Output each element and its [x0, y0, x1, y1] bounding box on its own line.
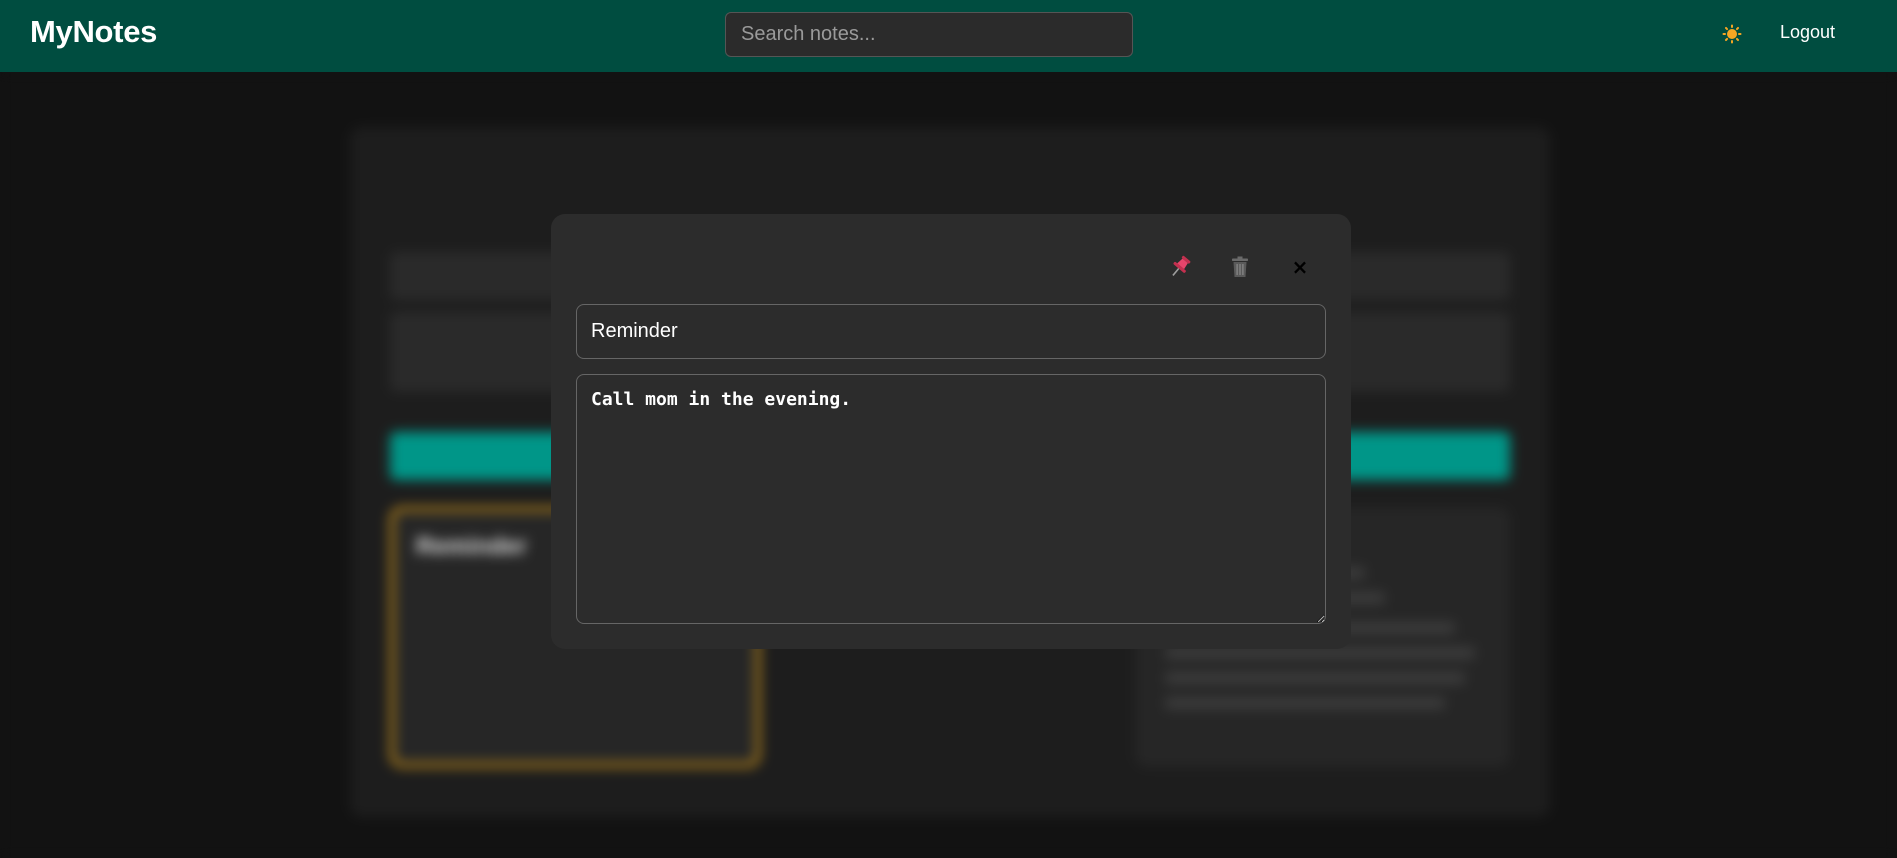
text-line [1165, 697, 1445, 709]
sun-icon[interactable] [1722, 24, 1742, 44]
close-button[interactable]: × [1283, 250, 1317, 284]
top-navbar: MyNotes Logout [0, 0, 1897, 72]
pin-icon[interactable] [1163, 250, 1197, 284]
note-edit-modal: × Call mom in the evening. [551, 214, 1351, 649]
search-input[interactable] [725, 12, 1133, 57]
logout-button[interactable]: Logout [1780, 22, 1835, 43]
notes-heading-blurred [390, 187, 399, 224]
app-logo[interactable]: MyNotes [30, 14, 157, 50]
trash-icon[interactable] [1223, 250, 1257, 284]
note-content-textarea[interactable]: Call mom in the evening. [576, 374, 1326, 624]
text-line [1165, 672, 1465, 684]
note-card-title: Reminder [416, 533, 527, 560]
note-title-input[interactable] [576, 304, 1326, 359]
